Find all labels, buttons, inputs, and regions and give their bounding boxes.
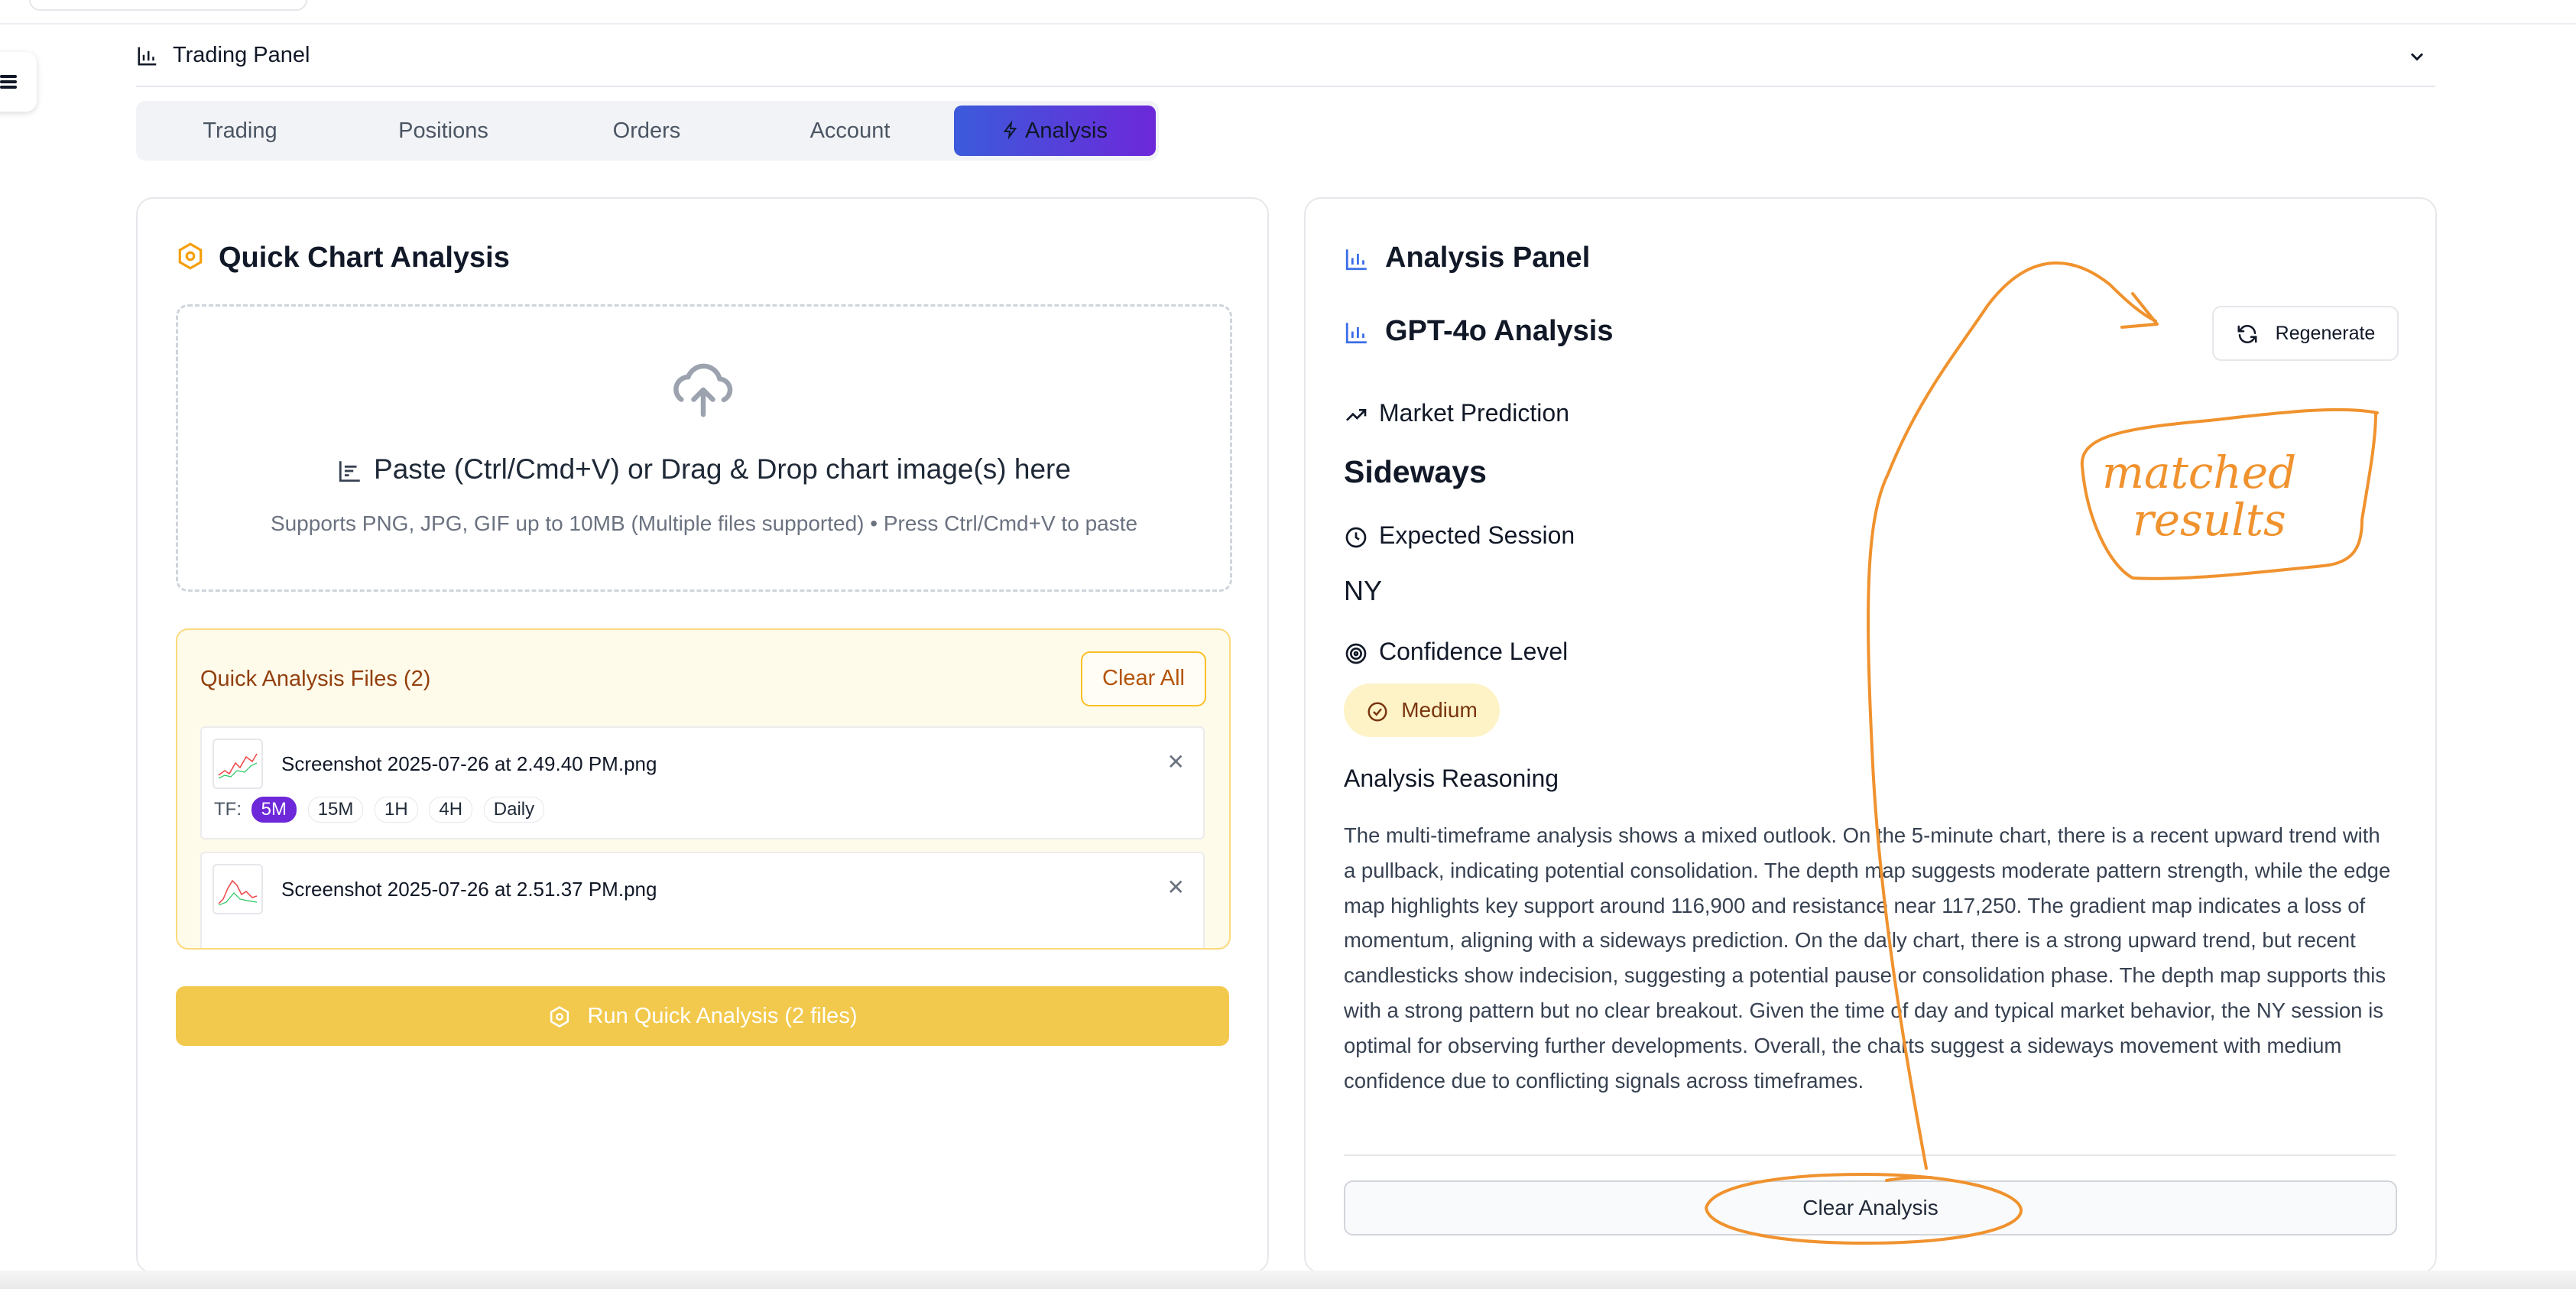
divider	[1344, 1154, 2396, 1156]
check-circle-icon	[1367, 702, 1387, 722]
menu-icon	[0, 75, 17, 89]
bolt-icon	[1003, 120, 1017, 140]
remove-file-icon[interactable]: ✕	[1167, 875, 1185, 900]
tab-bar: Trading Positions Orders Account Analysi…	[136, 101, 1159, 161]
file-item: Screenshot 2025-07-26 at 2.49.40 PM.png …	[200, 726, 1205, 839]
bar-chart-icon	[1345, 249, 1367, 271]
analysis-panel-title: Analysis Panel	[1344, 242, 1590, 274]
confidence-level-label: Confidence Level	[1344, 638, 1568, 666]
clear-all-button[interactable]: Clear All	[1081, 651, 1206, 706]
bottom-edge	[0, 1271, 2576, 1289]
timeframe-1h[interactable]: 1H	[375, 797, 418, 823]
dropzone-hint: Supports PNG, JPG, GIF up to 10MB (Multi…	[270, 511, 1138, 535]
tab-analysis[interactable]: Analysis	[954, 106, 1156, 156]
file-name: Screenshot 2025-07-26 at 2.49.40 PM.png	[281, 752, 657, 775]
confidence-value: Medium	[1401, 698, 1478, 722]
analysis-panel-card: Analysis Panel GPT-4o Analysis Regenerat…	[1304, 197, 2437, 1274]
timeframe-4h[interactable]: 4H	[429, 797, 473, 823]
clock-icon	[1345, 527, 1367, 547]
chart-thumbnail-icon	[218, 879, 258, 906]
quick-analysis-title: Quick Chart Analysis	[219, 242, 510, 274]
chart-axis-icon	[339, 461, 360, 482]
panel-title-text: Analysis Panel	[1385, 242, 1591, 274]
expected-session-label: Expected Session	[1344, 521, 1575, 550]
file-thumbnail	[213, 739, 263, 789]
timeframe-selector: TF: 5M 15M 1H 4H Daily	[214, 797, 550, 824]
quick-chart-analysis-card: Quick Chart Analysis Paste (Ctrl/Cmd+V) …	[136, 197, 1269, 1274]
quick-analysis-files: Quick Analysis Files (2) Clear All Scree…	[176, 628, 1231, 950]
timeframe-15m[interactable]: 15M	[307, 797, 364, 823]
file-item: Screenshot 2025-07-26 at 2.51.37 PM.png …	[200, 852, 1205, 948]
prediction-value: Sideways	[1344, 454, 1487, 489]
tab-analysis-label: Analysis	[1025, 119, 1108, 143]
session-value: NY	[1344, 575, 1383, 606]
confidence-label-text: Confidence Level	[1379, 638, 1569, 665]
files-title: Quick Analysis Files (2)	[200, 667, 431, 691]
file-thumbnail	[213, 864, 263, 914]
tab-trading[interactable]: Trading	[141, 106, 339, 156]
trading-panel-header[interactable]: Trading Panel	[136, 34, 2435, 87]
trending-up-icon	[1346, 408, 1367, 421]
timeframe-5m[interactable]: 5M	[251, 797, 297, 823]
target-icon	[1345, 643, 1367, 664]
chart-thumbnail-icon	[218, 753, 258, 779]
bar-chart-icon	[1345, 323, 1367, 344]
run-quick-analysis-button[interactable]: Run Quick Analysis (2 files)	[176, 986, 1229, 1046]
prediction-label-text: Market Prediction	[1379, 399, 1569, 427]
hexagon-icon	[550, 1006, 569, 1028]
regenerate-label: Regenerate	[2275, 323, 2376, 344]
chevron-down-icon[interactable]	[2406, 46, 2428, 67]
market-prediction-label: Market Prediction	[1344, 399, 1569, 427]
image-dropzone[interactable]: Paste (Ctrl/Cmd+V) or Drag & Drop chart …	[176, 304, 1232, 592]
timeframe-label: TF:	[214, 799, 242, 820]
dropzone-instruction: Paste (Ctrl/Cmd+V) or Drag & Drop chart …	[178, 453, 1230, 485]
model-title-text: GPT-4o Analysis	[1385, 315, 1614, 347]
panel-title: Trading Panel	[173, 43, 310, 67]
clear-analysis-button[interactable]: Clear Analysis	[1344, 1180, 2397, 1235]
cloud-upload-icon	[673, 363, 733, 417]
regenerate-button[interactable]: Regenerate	[2212, 306, 2399, 361]
hexagon-icon	[178, 242, 203, 270]
run-button-label: Run Quick Analysis (2 files)	[587, 1004, 858, 1028]
analysis-reasoning-text: The multi-timeframe analysis shows a mix…	[1344, 823, 2391, 1093]
timeframe-daily[interactable]: Daily	[483, 797, 545, 823]
session-label-text: Expected Session	[1379, 521, 1575, 549]
sidebar-toggle-button[interactable]	[0, 52, 37, 112]
refresh-icon	[2237, 325, 2257, 344]
top-bar-tab[interactable]	[29, 0, 307, 11]
analysis-reasoning-title: Analysis Reasoning	[1344, 765, 1559, 792]
tab-orders[interactable]: Orders	[547, 106, 746, 156]
tab-account[interactable]: Account	[751, 106, 949, 156]
file-name: Screenshot 2025-07-26 at 2.51.37 PM.png	[281, 878, 657, 901]
tab-positions[interactable]: Positions	[344, 106, 543, 156]
model-title: GPT-4o Analysis	[1344, 315, 1613, 348]
remove-file-icon[interactable]: ✕	[1167, 749, 1185, 774]
bar-chart-icon	[138, 47, 157, 66]
dropzone-main-text: Paste (Ctrl/Cmd+V) or Drag & Drop chart …	[374, 453, 1071, 485]
top-bar	[0, 0, 2576, 24]
confidence-badge: Medium	[1344, 683, 1500, 737]
